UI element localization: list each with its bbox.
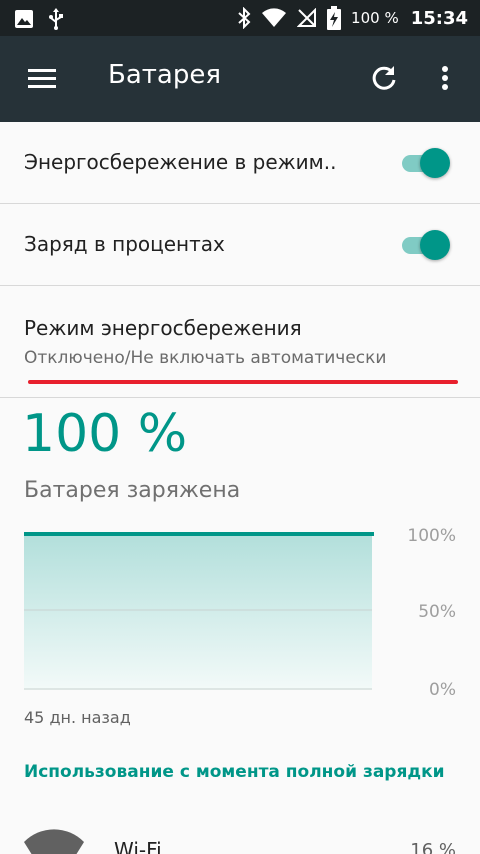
page-title: Батарея xyxy=(108,60,221,90)
usage-item-wifi-name[interactable]: Wi-Fi xyxy=(114,838,162,854)
bluetooth-icon xyxy=(238,7,251,29)
usb-icon xyxy=(49,8,63,30)
more-vert-icon[interactable] xyxy=(430,62,460,94)
graph-label-100: 100% xyxy=(407,526,456,546)
red-underline-annotation xyxy=(28,380,458,384)
status-bar: 100 % 15:34 xyxy=(0,0,480,36)
usage-item-wifi-percent: 16 % xyxy=(410,840,456,854)
power-saving-mode-row[interactable]: Энергосбережение в режим.. xyxy=(0,122,480,204)
battery-level: 100 % xyxy=(22,404,188,464)
battery-history-graph xyxy=(24,532,374,690)
no-sim-icon xyxy=(297,8,317,27)
app-toolbar: Батарея xyxy=(0,36,480,122)
graph-label-0: 0% xyxy=(429,680,456,700)
graph-label-50: 50% xyxy=(418,602,456,622)
battery-status: Батарея заряжена xyxy=(24,478,241,503)
history-start-label: 45 дн. назад xyxy=(24,708,131,727)
usage-header: Использование с момента полной зарядки xyxy=(24,762,445,782)
battery-percent-switch[interactable] xyxy=(400,228,452,262)
power-saving-subtitle: Отключено/Не включать автоматически xyxy=(24,348,387,368)
battery-percent-row[interactable]: Заряд в процентах xyxy=(0,204,480,286)
gallery-icon xyxy=(15,10,33,28)
refresh-icon[interactable] xyxy=(368,62,400,94)
battery-percent-label: Заряд в процентах xyxy=(24,232,225,256)
menu-icon[interactable] xyxy=(22,62,62,96)
wifi-icon xyxy=(24,829,84,854)
status-battery-percent: 100 % xyxy=(351,9,399,27)
wifi-signal-icon xyxy=(262,8,287,27)
power-saving-mode-switch[interactable] xyxy=(400,146,452,180)
power-saving-title: Режим энергосбережения xyxy=(24,316,302,340)
battery-charging-icon xyxy=(327,6,342,30)
graph-area xyxy=(24,534,372,690)
power-saving-mode-label: Энергосбережение в режим.. xyxy=(24,150,337,174)
status-time: 15:34 xyxy=(410,7,468,29)
